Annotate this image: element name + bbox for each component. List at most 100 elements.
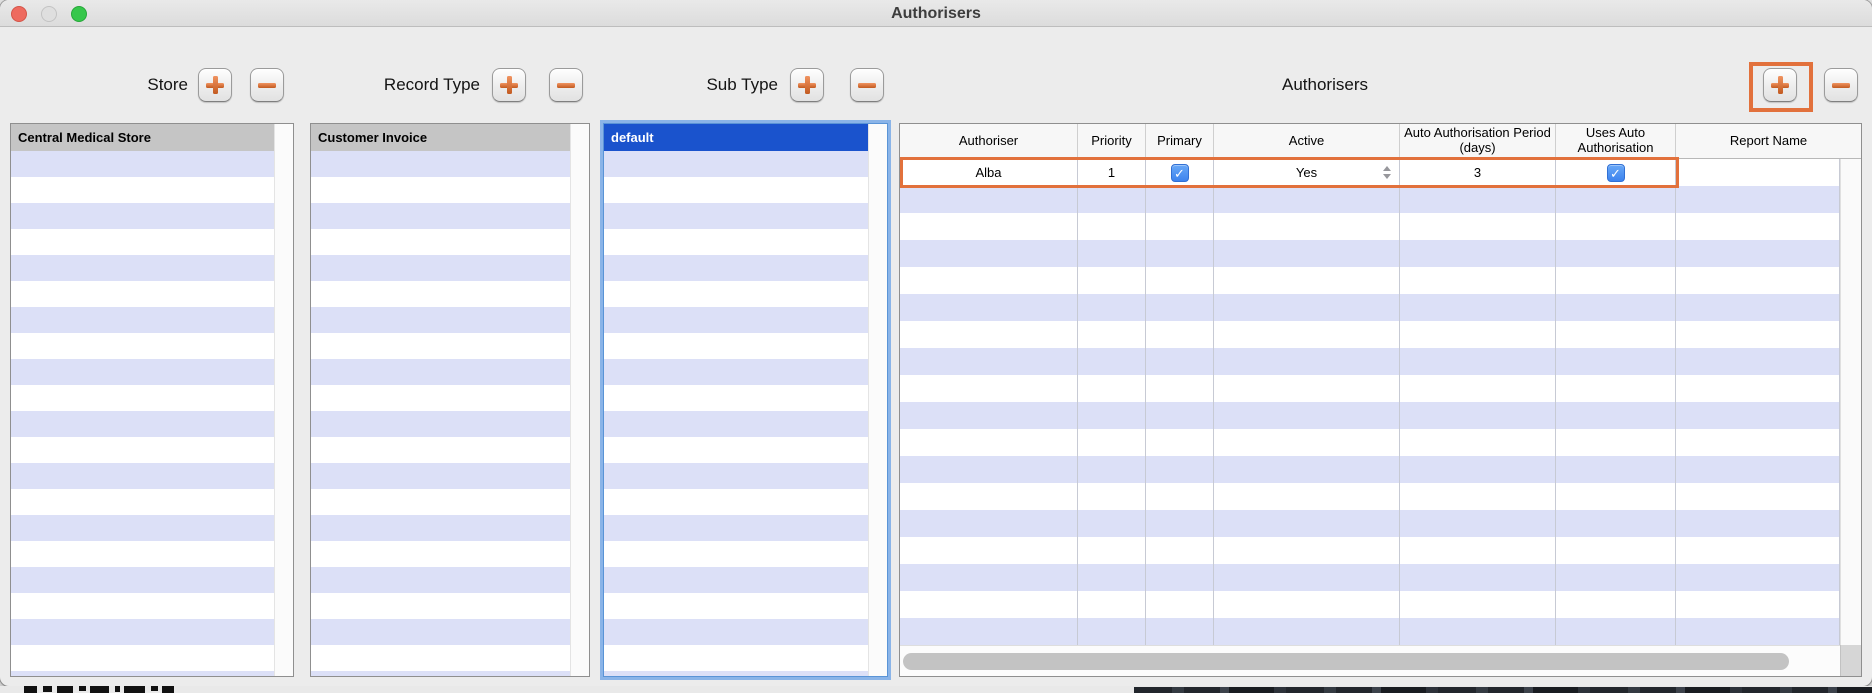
uses-auto-authorisation-cell[interactable]: ✓ (1556, 159, 1676, 186)
checkbox-icon[interactable]: ✓ (1171, 164, 1189, 182)
sub-type-remove-button[interactable] (850, 68, 884, 102)
list-empty-row[interactable] (311, 541, 589, 567)
list-empty-row[interactable] (311, 203, 589, 229)
list-empty-row[interactable] (11, 541, 293, 567)
store-add-button[interactable] (198, 68, 232, 102)
table-empty-row[interactable] (900, 618, 1840, 645)
record-type-list-scrollbar[interactable] (570, 124, 589, 676)
list-empty-row[interactable] (604, 203, 887, 229)
sub-type-list-scrollbar[interactable] (868, 124, 887, 676)
list-empty-row[interactable] (11, 437, 293, 463)
list-empty-row[interactable] (11, 489, 293, 515)
list-empty-row[interactable] (11, 567, 293, 593)
list-empty-row[interactable] (311, 177, 589, 203)
store-list[interactable]: Central Medical Store (10, 123, 294, 677)
column-header-primary[interactable]: Primary (1146, 124, 1214, 158)
table-empty-row[interactable] (900, 186, 1840, 213)
list-empty-row[interactable] (11, 645, 293, 671)
horizontal-scrollbar-thumb[interactable] (903, 653, 1789, 670)
table-empty-row[interactable] (900, 483, 1840, 510)
list-empty-row[interactable] (11, 385, 293, 411)
column-header-priority[interactable]: Priority (1078, 124, 1146, 158)
list-empty-row[interactable] (11, 359, 293, 385)
list-empty-row[interactable] (311, 645, 589, 671)
store-list-scrollbar[interactable] (274, 124, 293, 676)
list-empty-row[interactable] (11, 177, 293, 203)
table-empty-row[interactable] (900, 375, 1840, 402)
column-header-report-name[interactable]: Report Name (1676, 124, 1861, 158)
list-empty-row[interactable] (11, 593, 293, 619)
table-empty-row[interactable] (900, 267, 1840, 294)
list-empty-row[interactable] (11, 515, 293, 541)
column-header-active[interactable]: Active (1214, 124, 1400, 158)
list-item[interactable]: Central Medical Store (11, 124, 293, 151)
list-empty-row[interactable] (604, 567, 887, 593)
list-empty-row[interactable] (311, 411, 589, 437)
list-empty-row[interactable] (11, 411, 293, 437)
list-empty-row[interactable] (604, 619, 887, 645)
table-empty-row[interactable] (900, 294, 1840, 321)
record-type-remove-button[interactable] (549, 68, 583, 102)
list-empty-row[interactable] (604, 151, 887, 177)
table-empty-row[interactable] (900, 537, 1840, 564)
list-empty-row[interactable] (604, 463, 887, 489)
list-empty-row[interactable] (311, 229, 589, 255)
table-empty-row[interactable] (900, 240, 1840, 267)
list-empty-row[interactable] (11, 671, 293, 677)
list-empty-row[interactable] (311, 671, 589, 677)
list-empty-row[interactable] (11, 333, 293, 359)
list-empty-row[interactable] (604, 671, 887, 677)
column-header-uses-auto-authorisation[interactable]: Uses Auto Authorisation (1556, 124, 1676, 158)
list-empty-row[interactable] (604, 541, 887, 567)
list-empty-row[interactable] (11, 281, 293, 307)
active-cell[interactable]: Yes (1214, 159, 1400, 186)
column-header-authoriser[interactable]: Authoriser (900, 124, 1078, 158)
authoriser-cell[interactable]: Alba (900, 159, 1078, 186)
table-horizontal-scrollbar[interactable] (900, 645, 1840, 676)
report-name-cell[interactable] (1676, 159, 1840, 186)
list-item[interactable]: Customer Invoice (311, 124, 589, 151)
record-type-list[interactable]: Customer Invoice (310, 123, 590, 677)
list-empty-row[interactable] (604, 437, 887, 463)
primary-cell[interactable]: ✓ (1146, 159, 1214, 186)
list-empty-row[interactable] (11, 619, 293, 645)
table-empty-row[interactable] (900, 402, 1840, 429)
list-empty-row[interactable] (311, 463, 589, 489)
list-empty-row[interactable] (604, 333, 887, 359)
list-empty-row[interactable] (311, 489, 589, 515)
list-empty-row[interactable] (311, 333, 589, 359)
list-empty-row[interactable] (11, 229, 293, 255)
list-empty-row[interactable] (311, 151, 589, 177)
list-empty-row[interactable] (604, 411, 887, 437)
list-empty-row[interactable] (311, 437, 589, 463)
table-empty-row[interactable] (900, 213, 1840, 240)
list-item[interactable]: default (604, 124, 887, 151)
active-stepper[interactable] (1383, 166, 1392, 180)
table-empty-row[interactable] (900, 429, 1840, 456)
table-vertical-scrollbar[interactable] (1840, 159, 1861, 645)
list-empty-row[interactable] (311, 255, 589, 281)
table-empty-row[interactable] (900, 348, 1840, 375)
list-empty-row[interactable] (604, 281, 887, 307)
table-empty-row[interactable] (900, 564, 1840, 591)
list-empty-row[interactable] (11, 463, 293, 489)
list-empty-row[interactable] (604, 255, 887, 281)
list-empty-row[interactable] (11, 255, 293, 281)
list-empty-row[interactable] (604, 385, 887, 411)
record-type-add-button[interactable] (492, 68, 526, 102)
list-empty-row[interactable] (604, 359, 887, 385)
list-empty-row[interactable] (311, 567, 589, 593)
priority-cell[interactable]: 1 (1078, 159, 1146, 186)
list-empty-row[interactable] (11, 203, 293, 229)
list-empty-row[interactable] (604, 229, 887, 255)
list-empty-row[interactable] (604, 307, 887, 333)
table-empty-row[interactable] (900, 456, 1840, 483)
table-empty-row[interactable] (900, 321, 1840, 348)
list-empty-row[interactable] (311, 385, 589, 411)
checkbox-icon[interactable]: ✓ (1607, 164, 1625, 182)
list-empty-row[interactable] (311, 359, 589, 385)
list-empty-row[interactable] (604, 489, 887, 515)
list-empty-row[interactable] (604, 515, 887, 541)
list-empty-row[interactable] (311, 281, 589, 307)
list-empty-row[interactable] (11, 151, 293, 177)
